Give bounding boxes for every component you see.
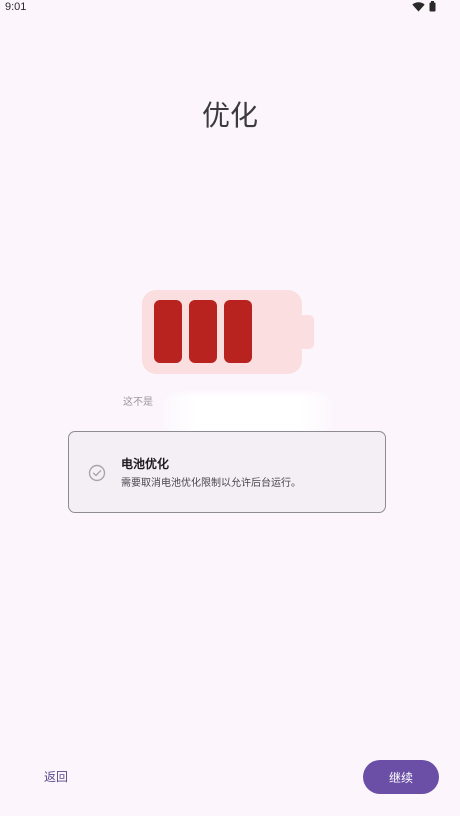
status-icons [412,1,436,12]
wifi-icon [412,1,425,12]
check-circle-icon [88,464,106,482]
continue-button[interactable]: 继续 [363,760,439,794]
status-bar: 9:01 [0,0,460,16]
back-button[interactable]: 返回 [36,762,76,792]
battery-full-icon [142,290,318,376]
card-description: 需要取消电池优化限制以允许后台运行。 [121,478,301,489]
status-time: 9:01 [5,1,27,13]
battery-status-icon [429,1,436,12]
ghost-text: 这不是 [123,397,153,408]
page-title: 优化 [201,99,258,132]
card-title: 电池优化 [121,457,170,471]
ghost-overlay [158,393,338,433]
battery-optimization-card[interactable]: 电池优化 需要取消电池优化限制以允许后台运行。 [68,431,386,513]
